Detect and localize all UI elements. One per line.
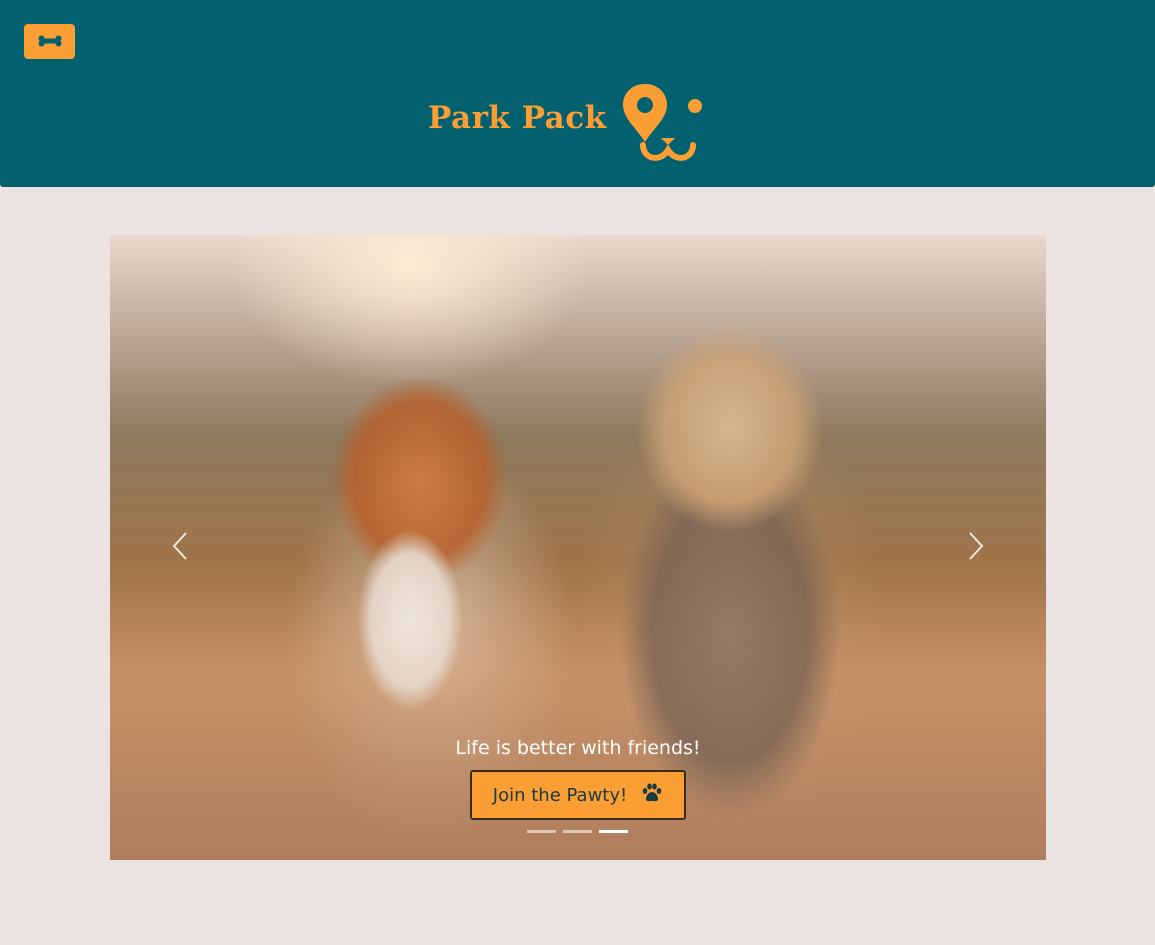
hero-caption: Life is better with friends! bbox=[455, 737, 701, 759]
menu-toggle-button[interactable] bbox=[24, 24, 75, 59]
carousel-prev-button[interactable] bbox=[165, 531, 195, 565]
carousel-indicator[interactable] bbox=[563, 830, 592, 833]
carousel-indicator[interactable] bbox=[527, 830, 556, 833]
chevron-right-icon bbox=[968, 531, 984, 565]
join-pawty-button[interactable]: Join the Pawty! bbox=[470, 770, 686, 820]
brand-title[interactable]: Park Pack bbox=[428, 100, 607, 136]
join-pawty-label: Join the Pawty! bbox=[492, 784, 628, 806]
terrier-photo-shape bbox=[580, 320, 880, 840]
chevron-left-icon bbox=[172, 531, 188, 565]
dog-face-location-pin-icon[interactable] bbox=[620, 82, 706, 168]
corgi-photo-shape bbox=[300, 370, 530, 760]
site-header: Park Pack bbox=[0, 0, 1155, 187]
hero-carousel: Life is better with friends! Join the Pa… bbox=[110, 235, 1046, 860]
carousel-next-button[interactable] bbox=[961, 531, 991, 565]
bone-icon bbox=[38, 32, 62, 51]
carousel-indicator-active[interactable] bbox=[599, 830, 628, 833]
carousel-indicators bbox=[527, 830, 628, 833]
paw-icon bbox=[641, 783, 663, 807]
